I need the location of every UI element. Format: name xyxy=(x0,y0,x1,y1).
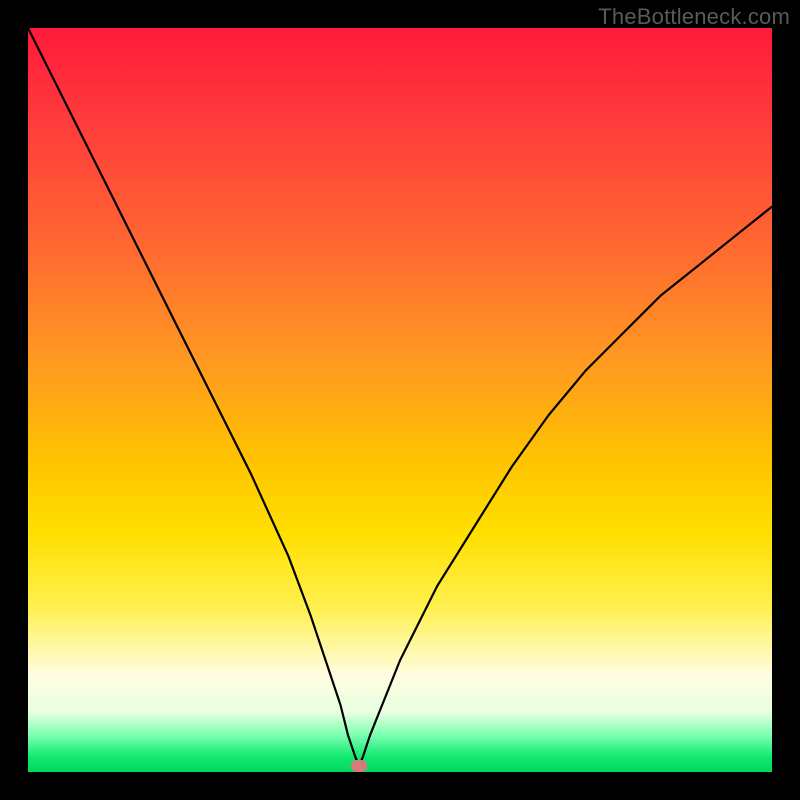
optimal-point-marker xyxy=(351,760,367,772)
watermark-text: TheBottleneck.com xyxy=(598,4,790,30)
curve-path xyxy=(28,28,772,766)
chart-frame: TheBottleneck.com xyxy=(0,0,800,800)
bottleneck-curve xyxy=(28,28,772,772)
plot-area xyxy=(28,28,772,772)
